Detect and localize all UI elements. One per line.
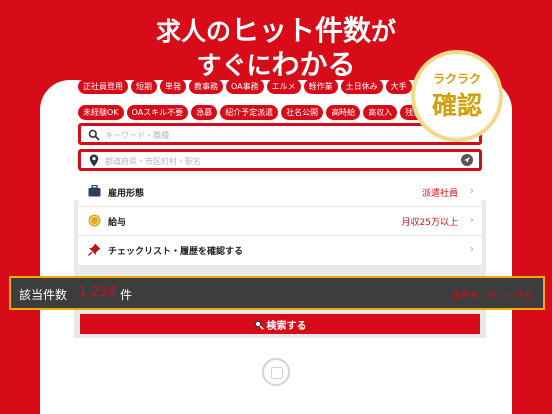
briefcase-icon [88, 185, 101, 197]
list-item-employment-type[interactable]: 雇用形態 派遣社員 › [78, 178, 482, 207]
tag-chip[interactable]: エルメ [266, 80, 301, 94]
headline-emphasis: わかる [271, 48, 356, 81]
tag-chip[interactable]: 急募 [191, 105, 218, 120]
tag-chip[interactable]: OAスキル不要 [126, 105, 189, 120]
list-item-label: チェックリスト・履歴を確認する [108, 247, 244, 257]
chevron-right-icon: › [469, 242, 474, 255]
condition-list: 雇用形態 派遣社員 › 給与 月収25万以上 › チェックリスト・履歴を確認する… [78, 178, 482, 266]
search-icon [254, 320, 264, 330]
list-item-value: 派遣社員 [421, 189, 458, 199]
tag-chip[interactable]: 土日休み [340, 80, 383, 94]
result-count-value: 1,234 [79, 285, 117, 300]
tag-chip[interactable]: OA事務 [226, 80, 264, 94]
list-item-value: 月収25万以上 [401, 218, 458, 228]
tag-chip[interactable]: 高時給 [326, 105, 361, 120]
headline-text: すぐに [196, 51, 272, 80]
tag-chip[interactable]: 教事務 [189, 80, 223, 94]
tag-row-1: 正社員登用 短期 単発 教事務 OA事務 エルメ 軽作業 土日休み 大手 [78, 80, 415, 94]
list-item-salary[interactable]: 給与 月収25万以上 › [78, 207, 482, 236]
tag-row-2: 未経験OKOAスキル不要急募紹介予定派遣社名公開高時給高収入残業なし [78, 100, 445, 120]
tag-chip[interactable]: 紹介予定派遣 [220, 105, 279, 120]
list-item-label: 雇用形態 [108, 189, 145, 199]
reset-conditions-link[interactable]: 条件をリセットする [452, 288, 533, 301]
list-item-label: 給与 [108, 218, 127, 228]
headline-text: 求人の [155, 17, 231, 46]
current-location-icon[interactable] [461, 154, 473, 166]
tag-chip[interactable]: 未経験OK [78, 105, 124, 120]
tag-chip[interactable]: 社名公開 [281, 105, 324, 120]
search-button[interactable]: 検索する [80, 314, 480, 334]
badge-top-text: ラクラク [432, 72, 481, 86]
badge-main-text: 確認 [431, 91, 482, 120]
list-item-checklist-history[interactable]: チェックリスト・履歴を確認する › [78, 236, 482, 266]
tag-chip[interactable]: 正社員登用 [78, 80, 128, 94]
area-search-box [78, 149, 482, 171]
tag-chip[interactable]: 軽作業 [303, 80, 338, 94]
search-icon [88, 129, 100, 141]
result-count-label: 該当件数 [19, 288, 68, 302]
chevron-right-icon: › [469, 213, 474, 226]
tag-chip[interactable]: 大手 [385, 80, 412, 94]
easy-check-badge: ラクラク 確認 [411, 50, 503, 142]
tag-chip[interactable]: 高収入 [363, 105, 398, 120]
keyword-input[interactable] [105, 128, 445, 142]
result-count-bar: 該当件数 1,234 件 条件をリセットする [9, 276, 545, 310]
home-button [262, 358, 290, 386]
result-count-unit: 件 [120, 288, 133, 302]
coin-icon [88, 214, 101, 227]
headline-text: が [371, 17, 397, 46]
headline-emphasis: ヒット件数 [230, 14, 371, 47]
location-pin-icon [89, 154, 99, 167]
headline-line-1: 求人のヒット件数が [0, 14, 552, 48]
chevron-right-icon: › [469, 184, 474, 197]
area-input[interactable] [105, 154, 445, 168]
search-button-label: 検索する [266, 320, 307, 332]
tag-chip[interactable]: 短期 [131, 80, 157, 94]
tag-chip[interactable]: 単発 [160, 80, 186, 94]
pin-icon [88, 243, 101, 256]
